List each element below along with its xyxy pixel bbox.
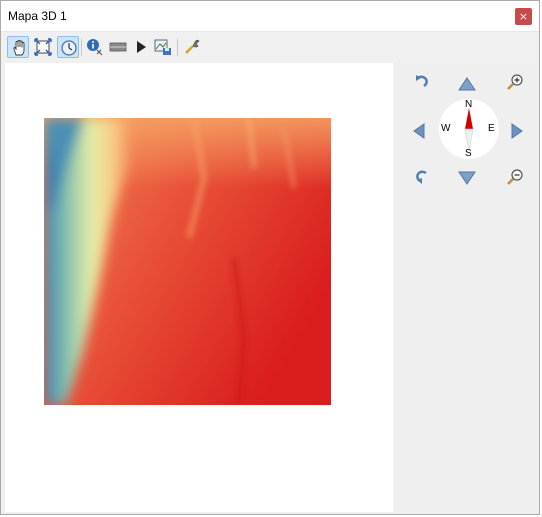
pan-tool-button[interactable] [7,36,29,58]
export-image-button[interactable] [152,36,174,58]
identify-button[interactable] [84,36,106,58]
compass-widget[interactable]: N S E W [438,98,500,160]
zoom-full-icon [34,38,52,56]
window-title: Mapa 3D 1 [8,9,67,23]
zoom-in-icon [507,74,523,90]
arrow-left-icon [413,123,425,139]
identify-icon [87,39,103,56]
zoom-out-icon [507,169,523,185]
animation-play-button[interactable] [130,36,152,58]
zoom-in-button[interactable] [506,73,524,91]
title-bar: Mapa 3D 1 × [1,1,539,32]
elevation-raster-map [44,118,331,405]
rotate-left-icon [416,75,428,87]
zoom-out-button[interactable] [506,168,524,186]
animation-play-icon [137,41,146,53]
measure-button[interactable] [107,36,129,58]
move-right-button[interactable] [508,122,526,140]
move-down-button[interactable] [458,169,476,187]
toolbar-separator [81,39,82,56]
camera-control-button[interactable] [57,36,79,58]
move-up-button[interactable] [458,75,476,93]
arrow-up-icon [458,77,476,91]
configure-button[interactable] [181,36,203,58]
configure-icon [185,39,200,54]
toolbar [1,32,539,62]
zoom-full-button[interactable] [32,36,54,58]
camera-control-icon [61,40,77,56]
compass-east-label: E [488,123,495,134]
navigation-panel: N S E W [394,63,539,512]
compass-south-label: S [465,148,472,159]
rotate-right-button[interactable] [413,168,431,186]
close-button[interactable]: × [515,8,532,25]
pan-icon [13,40,25,56]
rotate-right-icon [416,170,427,184]
measure-icon [109,42,127,52]
arrow-down-icon [458,171,476,185]
arrow-right-icon [511,123,523,139]
map3d-window: Mapa 3D 1 × N S E W [0,0,540,515]
compass-north-label: N [465,99,473,110]
move-left-button[interactable] [410,122,428,140]
toolbar-separator [177,39,178,56]
compass-west-label: W [441,123,451,134]
export-image-icon [154,39,171,55]
map-canvas[interactable] [5,63,393,512]
rotate-left-button[interactable] [413,73,431,91]
